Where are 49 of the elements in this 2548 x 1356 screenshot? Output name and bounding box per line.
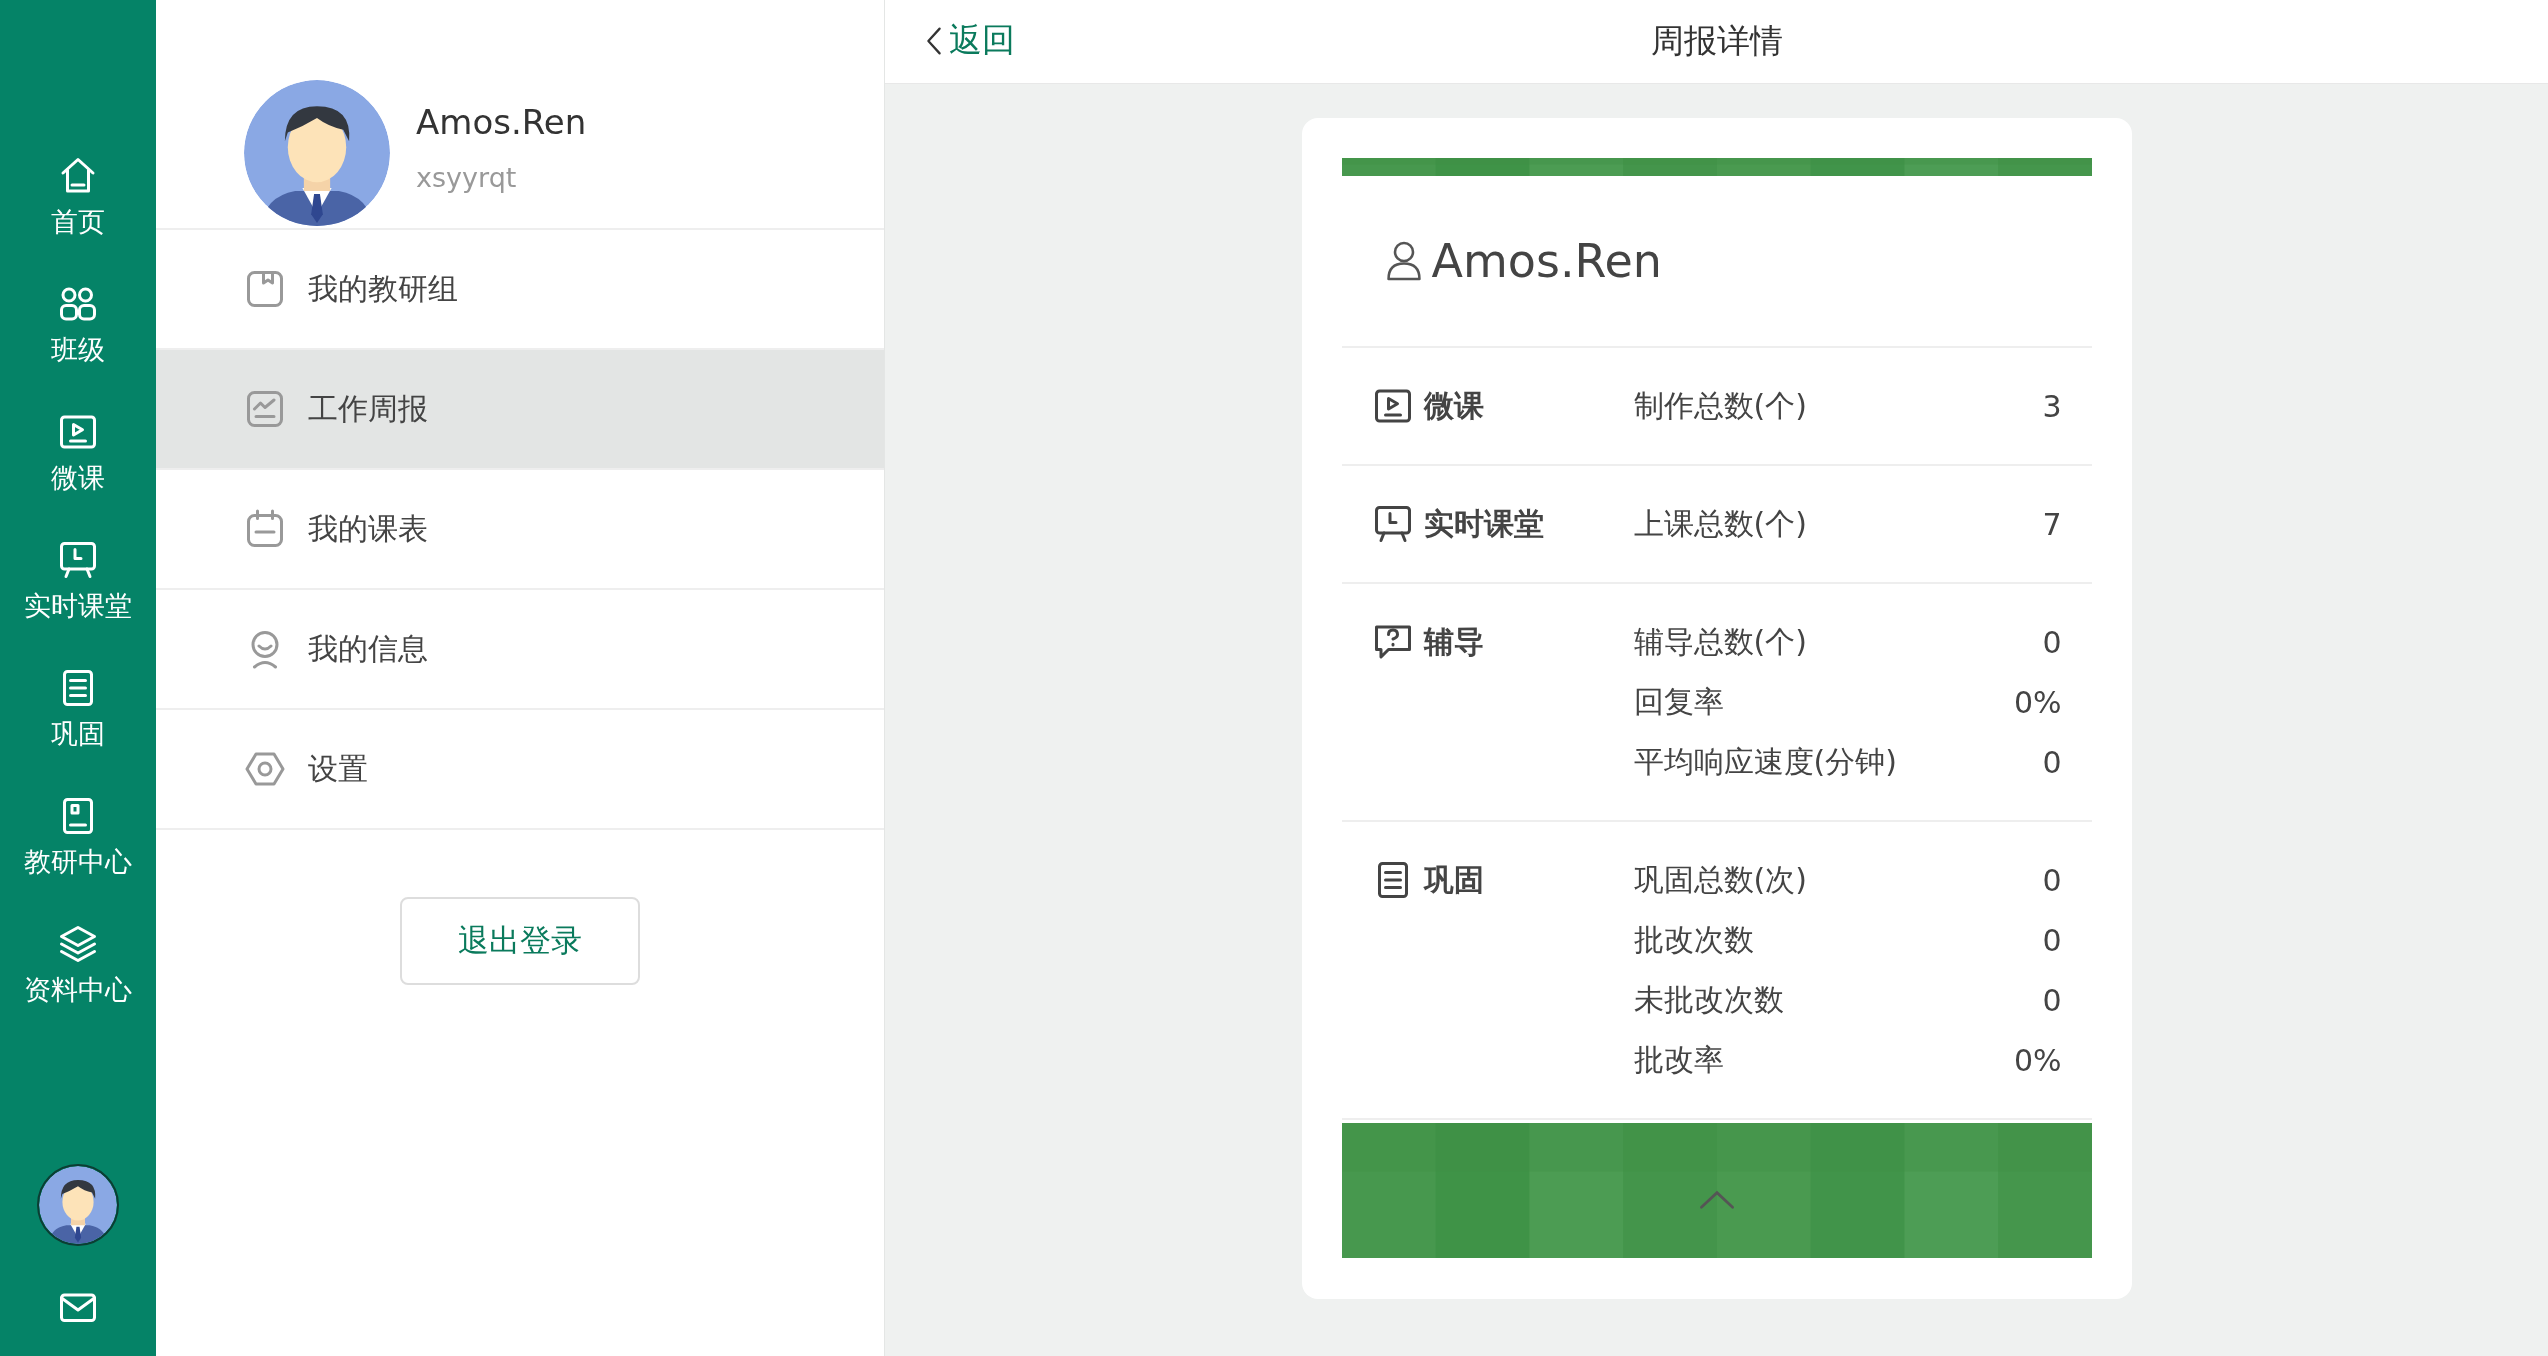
metric-label: 未批改次数 (1633, 980, 1784, 1019)
section-title: 实时课堂 (1423, 504, 1544, 543)
metric-value: 0 (2042, 744, 2062, 780)
nav-item[interactable]: 资料中心 (24, 923, 132, 1007)
whiteboard-icon (57, 539, 99, 581)
section-title: 巩固 (1423, 860, 1484, 899)
section-title: 辅导 (1423, 622, 1484, 661)
nav-item[interactable]: 首页 (51, 155, 105, 239)
metric-label: 上课总数(个) (1633, 504, 1807, 543)
logout-button[interactable]: 退出登录 (400, 897, 640, 985)
layers-icon (57, 923, 99, 965)
avatar-icon[interactable] (37, 1164, 119, 1246)
metric-value: 0 (2042, 982, 2062, 1018)
metric-label: 批改率 (1633, 1040, 1724, 1079)
metric-label: 巩固总数(次) (1633, 860, 1807, 899)
bookmark-square-icon (244, 268, 286, 310)
metric-value: 0% (2013, 684, 2062, 720)
metric-label: 辅导总数(个) (1633, 622, 1807, 661)
section-title: 微课 (1423, 386, 1484, 425)
back-link[interactable]: 返回 (925, 18, 1015, 63)
user-name: Amos.Ren (416, 102, 587, 142)
metric-label: 回复率 (1633, 682, 1724, 721)
metric-value: 3 (2042, 388, 2062, 424)
user-id: xsyyrqt (416, 162, 518, 193)
menu-item[interactable]: 设置 (156, 710, 884, 830)
chevron-left-icon (925, 24, 943, 57)
avatar-icon (244, 80, 390, 226)
metric-value: 0 (2042, 922, 2062, 958)
menu-item[interactable]: 工作周报 (156, 350, 884, 470)
menu-item[interactable]: 我的课表 (156, 470, 884, 590)
metric-label: 批改次数 (1633, 920, 1754, 959)
metric-value: 0% (2013, 1042, 2062, 1078)
user-name: Amos.Ren (1431, 234, 1662, 288)
nav-item[interactable]: 实时课堂 (24, 539, 132, 623)
nav-item[interactable]: 微课 (51, 411, 105, 495)
metric-value: 7 (2042, 506, 2062, 542)
menu-item[interactable]: 我的信息 (156, 590, 884, 710)
metric-label: 制作总数(个) (1633, 386, 1807, 425)
nav-item[interactable]: 教研中心 (24, 795, 132, 879)
nav-item[interactable]: 班级 (51, 283, 105, 367)
metric-value: 0 (2042, 862, 2062, 898)
page-title: 周报详情 (1650, 20, 1783, 62)
back-text[interactable]: 返回 (949, 18, 1015, 63)
metric-value: 0 (2042, 624, 2062, 660)
nav-item[interactable]: 巩固 (51, 667, 105, 751)
calendar-icon (244, 508, 286, 550)
chart-square-icon (244, 388, 286, 430)
metric-label: 平均响应速度(分钟) (1633, 742, 1897, 781)
user-icon (1385, 239, 1422, 283)
